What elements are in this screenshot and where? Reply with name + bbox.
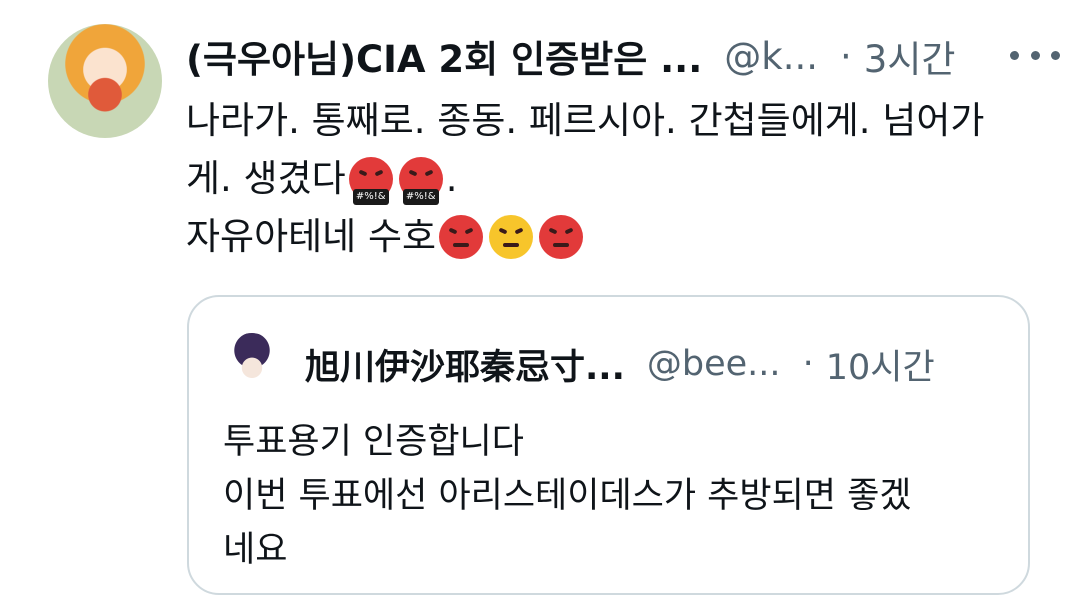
author-avatar[interactable] [48,24,162,138]
confounded-face-emoji-icon [489,215,534,259]
quoted-dot-separator: · [802,344,814,384]
quoted-tweet-timestamp[interactable]: 10시간 [826,339,935,390]
quoted-author-display-name[interactable]: 旭川伊沙耶秦忌寸... [305,339,625,390]
quoted-author-avatar[interactable] [223,333,281,391]
tweet-text-line-1: 나라가. 통째로. 종동. 페르시아. 간첩들에게. 넘어가 [186,99,985,142]
face-with-symbols-emoji-icon-2: #%!& [398,157,443,205]
quoted-text-line-1: 투표용기 인증합니다 [223,422,524,462]
angry-face-emoji-icon-2 [539,215,584,259]
quoted-tweet-card[interactable]: 旭川伊沙耶秦忌寸... @bee... · 10시간 투표용기 인증합니다 이번… [187,295,1030,595]
tweet-text-line-3-prefix: 자유아테네 수호 [186,215,437,258]
tweet-header: (극우아님)CIA 2회 인증받은 ... @k... · 3시간 [186,28,1060,84]
angry-face-emoji-icon [439,215,484,259]
emoji-symbols: #%!& [352,189,389,205]
tweet-text-line-2-prefix: 게. 생겼다 [186,157,346,200]
emoji-symbols-2: #%!& [402,189,439,205]
face-with-symbols-emoji-icon: #%!& [348,157,393,205]
tweet-text-line-2-suffix: . [445,157,458,200]
dot-separator: · [840,34,852,78]
quoted-tweet-header: 旭川伊沙耶秦忌寸... @bee... · 10시간 [305,339,998,389]
more-dot-2 [1030,50,1040,60]
tweet-timestamp[interactable]: 3시간 [864,29,956,83]
author-display-name[interactable]: (극우아님)CIA 2회 인증받은 ... [186,29,702,83]
tweet-text-line-3: 자유아테네 수호 [186,208,1046,266]
quoted-text-line-3: 네요 [223,530,288,570]
tweet-text-line-2: 게. 생겼다 #%!& #%!&. [186,150,1046,208]
quoted-author-handle[interactable]: @bee... [647,344,781,384]
more-dot-1 [1010,50,1019,60]
tweet-text: 나라가. 통째로. 종동. 페르시아. 간첩들에게. 넘어가 게. 생겼다 #%!… [186,92,1046,266]
quoted-tweet-text: 투표용기 인증합니다 이번 투표에선 아리스테이데스가 추방되면 좋겠 네요 [223,415,1003,577]
quoted-text-line-2: 이번 투표에선 아리스테이데스가 추방되면 좋겠 [223,476,912,516]
more-dot-3 [1051,50,1060,60]
more-options-icon[interactable] [1010,44,1060,66]
author-handle[interactable]: @k... [724,35,818,78]
